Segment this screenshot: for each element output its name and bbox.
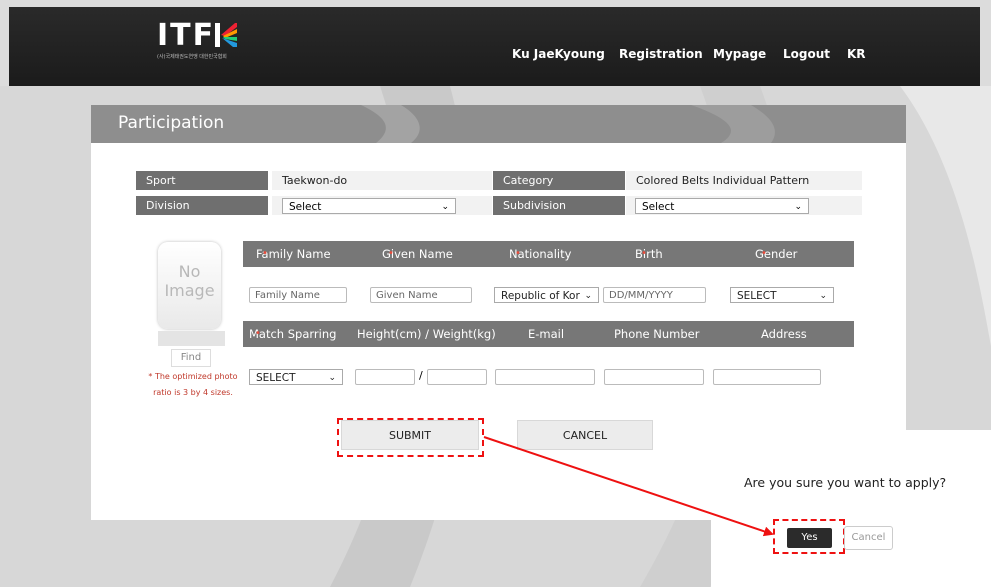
photo-placeholder-line2: Image — [164, 281, 215, 300]
logo-subtitle: (사)국제태권도연맹 대한민국협회 — [157, 54, 227, 60]
address-input[interactable] — [713, 369, 821, 385]
nav-registration[interactable]: Registration — [619, 47, 703, 61]
chevron-down-icon: ⌄ — [328, 373, 336, 383]
subdivision-label: Subdivision — [493, 196, 625, 215]
subdivision-select-value: Select — [642, 201, 675, 213]
confirm-dialog: Are you sure you want to apply? Yes Canc… — [711, 430, 991, 587]
dialog-cancel-button[interactable]: Cancel — [844, 526, 893, 550]
nav-user-name[interactable]: Ku JaeKyoung — [512, 47, 605, 61]
personal-info-header: Family Name • Given Name • Nationality • Bi… — [243, 241, 854, 267]
category-label: Category — [493, 171, 625, 190]
category-value: Colored Belts Individual Pattern — [626, 171, 862, 190]
nav-language[interactable]: KR — [847, 47, 866, 61]
chevron-down-icon: ⌄ — [441, 202, 449, 212]
confirm-question: Are you sure you want to apply? — [744, 475, 947, 490]
gender-select-value: SELECT — [737, 290, 777, 302]
find-photo-button[interactable]: Find — [171, 349, 211, 367]
header-phone-number: Phone Number — [614, 327, 700, 341]
sport-value: Taekwon-do — [272, 171, 492, 190]
phone-number-input[interactable] — [604, 369, 704, 385]
division-select-value: Select — [289, 201, 322, 213]
given-name-input[interactable]: Given Name — [370, 287, 472, 303]
nationality-select[interactable]: Republic of Kor ⌄ — [494, 287, 599, 303]
chevron-down-icon: ⌄ — [794, 202, 802, 212]
height-weight-separator: / — [419, 369, 423, 382]
match-sparring-select[interactable]: SELECT ⌄ — [249, 369, 343, 385]
submit-highlight-box — [337, 418, 484, 457]
yes-highlight-box — [773, 519, 845, 554]
match-sparring-select-value: SELECT — [256, 372, 296, 384]
header-height-weight: Height(cm) / Weight(kg) — [357, 327, 496, 341]
logo-text: ITF — [157, 18, 216, 53]
photo-file-bar — [158, 331, 225, 346]
chevron-down-icon: ⌄ — [819, 291, 827, 301]
email-input[interactable] — [495, 369, 595, 385]
weight-input[interactable] — [427, 369, 487, 385]
birth-input[interactable]: DD/MM/YYYY — [603, 287, 706, 303]
nationality-select-value: Republic of Kor — [501, 290, 580, 302]
sport-label: Sport — [136, 171, 268, 190]
nav-logout[interactable]: Logout — [783, 47, 830, 61]
photo-ratio-note: * The optimized photo ratio is 3 by 4 si… — [148, 372, 238, 397]
nav-mypage[interactable]: Mypage — [713, 47, 766, 61]
panel-header: Participation — [91, 105, 906, 143]
cancel-button[interactable]: CANCEL — [517, 420, 653, 450]
photo-placeholder: No Image — [158, 242, 221, 329]
chevron-down-icon: ⌄ — [584, 291, 592, 301]
header-address: Address — [761, 327, 807, 341]
gender-select[interactable]: SELECT ⌄ — [730, 287, 834, 303]
page-title: Participation — [118, 113, 225, 133]
additional-info-header: Match Sparring • Height(cm) / Weight(kg) … — [243, 321, 854, 347]
top-navigation-bar: ITF (사)국제태권도연맹 대한민국협회 Ku JaeKyoung Regis… — [9, 7, 980, 86]
photo-placeholder-line1: No — [178, 262, 201, 281]
division-label: Division — [136, 196, 268, 215]
division-select[interactable]: Select ⌄ — [282, 198, 456, 214]
logo[interactable]: ITF (사)국제태권도연맹 대한민국협회 — [157, 18, 238, 60]
subdivision-select[interactable]: Select ⌄ — [635, 198, 809, 214]
header-email: E-mail — [528, 327, 565, 341]
family-name-input[interactable]: Family Name — [249, 287, 347, 303]
logo-k-icon — [215, 23, 238, 47]
height-input[interactable] — [355, 369, 415, 385]
